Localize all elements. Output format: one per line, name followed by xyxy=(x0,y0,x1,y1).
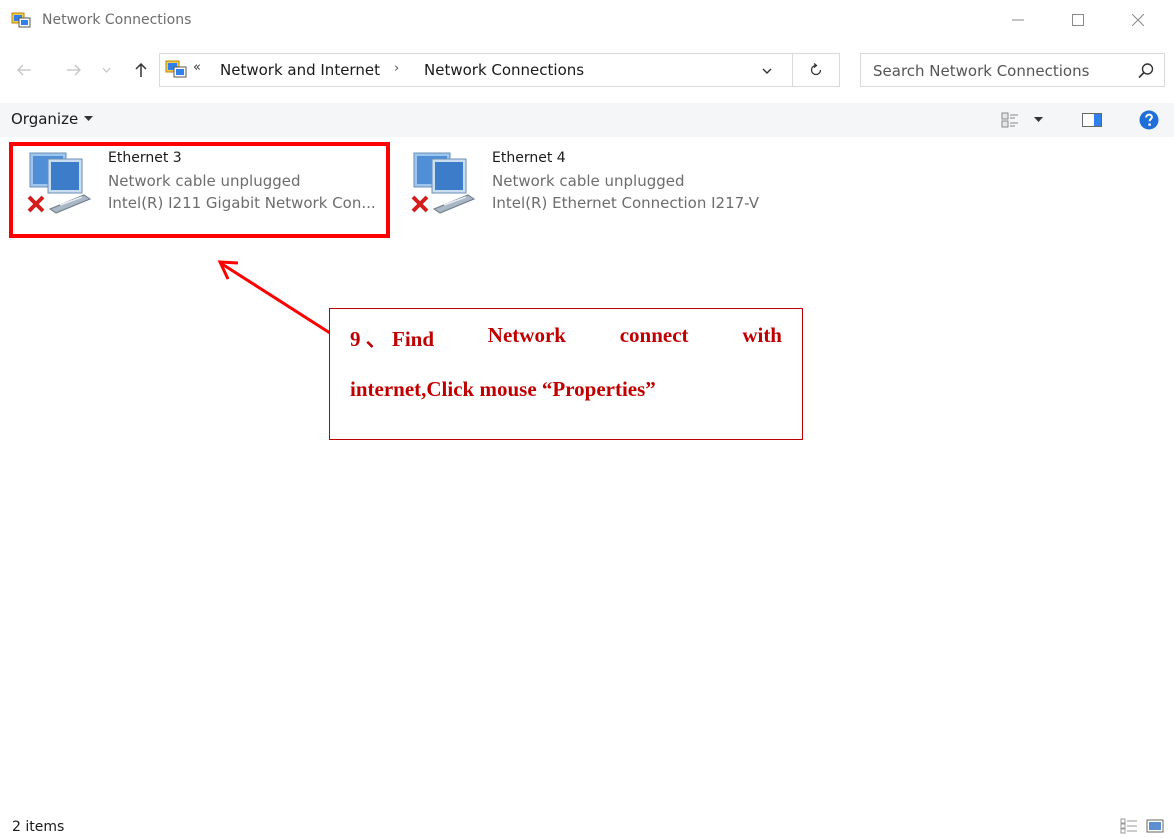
chevron-down-icon xyxy=(102,67,110,73)
maximize-button[interactable] xyxy=(1055,0,1101,40)
help-button[interactable] xyxy=(1137,109,1161,131)
refresh-button[interactable] xyxy=(793,53,840,87)
address-bar[interactable]: « Network and Internet › Network Connect… xyxy=(159,53,793,87)
minimize-icon xyxy=(1012,19,1024,21)
chevron-down-icon xyxy=(762,68,772,74)
close-button[interactable] xyxy=(1115,0,1161,40)
status-bar: 2 items xyxy=(0,812,1174,838)
up-button[interactable] xyxy=(130,58,152,82)
forward-arrow-icon xyxy=(67,64,81,76)
network-folder-icon xyxy=(165,60,187,78)
address-dropdown-button[interactable] xyxy=(752,60,782,82)
item-status: Network cable unplugged xyxy=(492,172,685,190)
details-view-icon[interactable] xyxy=(1120,818,1138,834)
search-box[interactable] xyxy=(860,53,1165,87)
search-input[interactable] xyxy=(873,60,1123,82)
breadcrumb-network-connections[interactable]: Network Connections xyxy=(424,61,584,79)
breadcrumb-network-and-internet[interactable]: Network and Internet xyxy=(220,61,380,79)
instruction-note: 9 、 Find Network connect with internet,C… xyxy=(329,308,803,440)
back-button[interactable] xyxy=(14,58,34,82)
recent-locations-button[interactable] xyxy=(98,58,114,82)
instruction-word: connect xyxy=(619,323,689,347)
minimize-button[interactable] xyxy=(995,0,1041,40)
network-connections-app-icon xyxy=(11,12,31,28)
item-device: Intel(R) Ethernet Connection I217-V xyxy=(492,194,759,212)
instruction-word: Network xyxy=(487,323,566,347)
back-arrow-icon xyxy=(17,64,31,76)
help-icon xyxy=(1139,110,1159,130)
instruction-word: with xyxy=(742,323,782,347)
window-title: Network Connections xyxy=(42,12,192,28)
preview-pane-button[interactable] xyxy=(1080,109,1104,131)
network-adapter-disconnected-icon xyxy=(411,152,476,214)
chevron-down-icon xyxy=(1033,117,1043,122)
change-view-button[interactable] xyxy=(998,109,1022,131)
instruction-word: 9 、 Find xyxy=(350,327,435,351)
title-bar: Network Connections xyxy=(0,0,1174,44)
details-view-icon xyxy=(1001,112,1018,128)
close-icon xyxy=(1132,14,1144,26)
refresh-icon xyxy=(810,63,822,76)
dropdown-arrow-icon xyxy=(84,116,94,121)
breadcrumb-separator[interactable]: › xyxy=(394,61,399,76)
search-icon[interactable] xyxy=(1137,62,1155,80)
instruction-line-1: 9 、 Find Network connect with xyxy=(350,323,782,353)
up-arrow-icon xyxy=(135,63,147,77)
highlight-box xyxy=(9,142,390,238)
item-count: 2 items xyxy=(12,819,65,835)
command-bar: Organize xyxy=(0,103,1174,137)
instruction-line-2: internet,Click mouse “Properties” xyxy=(350,377,656,401)
item-name: Ethernet 4 xyxy=(492,150,566,166)
preview-pane-icon xyxy=(1082,113,1102,127)
large-icons-view-icon[interactable] xyxy=(1146,818,1164,834)
maximize-icon xyxy=(1072,14,1084,26)
organize-label: Organize xyxy=(11,110,79,128)
forward-button[interactable] xyxy=(64,58,84,82)
view-options-dropdown[interactable] xyxy=(1030,109,1046,131)
overflow-chevron[interactable]: « xyxy=(193,60,201,75)
organize-button[interactable]: Organize xyxy=(11,110,94,128)
network-item-ethernet-4[interactable]: Ethernet 4 Network cable unplugged Intel… xyxy=(396,145,776,235)
